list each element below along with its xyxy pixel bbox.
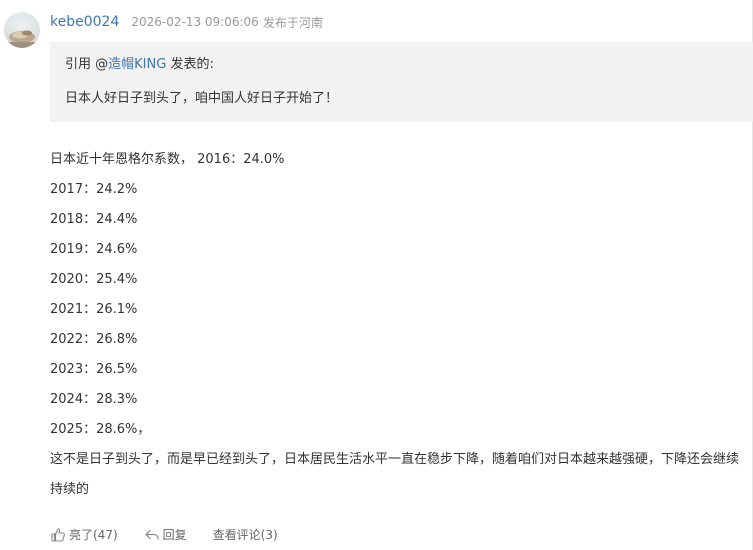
avatar-image-icon (4, 30, 40, 48)
body-line: 2019：24.6% (50, 242, 138, 257)
post-body: 日本近十年恩格尔系数， 2016：24.0% 2017：24.2% 2018：2… (50, 145, 740, 505)
post-timestamp: 2026-02-13 09:06:06 (131, 15, 259, 29)
quote-header: 引用 @造帽KING 发表的: (65, 53, 214, 72)
thumbs-up-icon (50, 527, 66, 543)
quote-text: 日本人好日子到头了，咱中国人好日子开始了！ (65, 91, 339, 106)
view-comments-link[interactable]: 查看评论(3) (213, 526, 278, 543)
body-line: 2022：26.8% (50, 332, 138, 347)
like-button[interactable]: 亮了(47) (50, 526, 118, 543)
like-count-label: 亮了(47) (69, 528, 118, 542)
body-line: 2021：26.1% (50, 302, 138, 317)
view-comments-label: 查看评论(3) (212, 528, 278, 542)
body-line: 2024：28.3% (50, 392, 138, 407)
reply-arrow-icon (144, 527, 160, 543)
body-line: 2023：26.5% (50, 362, 138, 377)
post-location: 发布于河南 (262, 15, 323, 30)
body-paragraph: 这不是日子到头了，而是早已经到头了，日本居民生活水平一直在稳步下降，随着咱们对日… (50, 452, 740, 497)
post-actions: 亮了(47) 回复 查看评论(3) (50, 526, 304, 543)
body-line: 2025：28.6%， (50, 422, 151, 437)
username-link[interactable]: kebe0024 (50, 14, 119, 30)
post-header: kebe0024 2026-02-13 09:06:06 发布于河南 (50, 12, 323, 32)
reply-button[interactable]: 回复 (144, 526, 187, 543)
body-line: 2018：24.4% (50, 212, 138, 227)
quote-prefix: 引用 @ (65, 57, 109, 72)
quote-box: 引用 @造帽KING 发表的: 日本人好日子到头了，咱中国人好日子开始了！ (50, 42, 753, 122)
quote-author-link[interactable]: 造帽KING (108, 57, 166, 72)
reply-label: 回复 (162, 528, 187, 542)
avatar[interactable] (4, 12, 40, 48)
body-line: 2017：24.2% (50, 182, 138, 197)
post-page: kebe0024 2026-02-13 09:06:06 发布于河南 引用 @造… (0, 0, 753, 550)
body-line: 日本近十年恩格尔系数， 2016：24.0% (50, 152, 285, 167)
body-line: 2020：25.4% (50, 272, 138, 287)
quote-suffix: 发表的: (166, 57, 214, 72)
